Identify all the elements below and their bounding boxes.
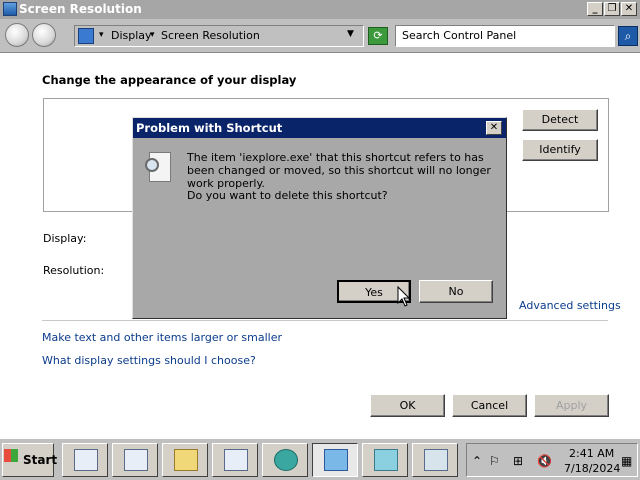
breadcrumb-chevron-icon[interactable]: ▾: [150, 30, 155, 40]
page-title: Change the appearance of your display: [42, 73, 297, 87]
document-icon: [224, 449, 248, 471]
address-bar[interactable]: ▾ Display ▾ Screen Resolution ▼: [74, 25, 364, 47]
clock-time[interactable]: 2:41 AM: [569, 447, 614, 460]
display-label: Display:: [43, 232, 87, 245]
dialog-question: Do you want to delete this shortcut?: [187, 189, 388, 202]
search-input[interactable]: Search Control Panel: [395, 25, 615, 47]
calculator-icon: [424, 449, 448, 471]
refresh-icon[interactable]: ⟳: [368, 27, 388, 45]
globe-icon: [274, 449, 298, 471]
resolution-label: Resolution:: [43, 264, 105, 277]
search-icon[interactable]: ⌕: [618, 26, 638, 46]
address-dropdown-icon[interactable]: ▼: [347, 29, 354, 39]
clock-date[interactable]: 7/18/2024: [564, 462, 620, 475]
taskbar-item-explorer[interactable]: [162, 443, 208, 477]
taskbar: Start ⌃ ⚐ ⊞ 🔇 2:41 AM 7/18/2024 ▦: [0, 438, 640, 480]
system-tray: ⌃ ⚐ ⊞ 🔇 2:41 AM 7/18/2024 ▦: [466, 443, 638, 477]
detect-button[interactable]: Detect: [522, 109, 598, 131]
close-button[interactable]: ✕: [621, 2, 637, 16]
chevron-up-icon[interactable]: ⌃: [472, 454, 482, 468]
windows-logo-icon: [4, 449, 18, 462]
cancel-button[interactable]: Cancel: [452, 394, 527, 417]
control-panel-icon: [324, 449, 348, 471]
magnifier-icon: [145, 158, 159, 172]
dialog-close-button[interactable]: ✕: [486, 121, 502, 135]
taskbar-item-globe[interactable]: [262, 443, 308, 477]
apply-button[interactable]: Apply: [534, 394, 609, 417]
volume-muted-icon[interactable]: 🔇: [537, 454, 552, 468]
breadcrumb-display[interactable]: Display: [111, 29, 152, 42]
dialog-message: The item 'iexplore.exe' that this shortc…: [187, 151, 491, 190]
shortcut-problem-dialog: Problem with Shortcut ✕ The item 'iexplo…: [132, 117, 507, 319]
flag-icon[interactable]: ⚐: [489, 454, 500, 468]
notebook-icon: [374, 449, 398, 471]
document-icon: [124, 449, 148, 471]
mouse-cursor-icon: [397, 286, 411, 307]
breadcrumb-chevron-icon[interactable]: ▾: [99, 30, 104, 40]
text-size-link[interactable]: Make text and other items larger or smal…: [42, 331, 282, 344]
taskbar-item-control-panel-active[interactable]: [312, 443, 358, 477]
folder-icon: [174, 449, 198, 471]
identify-button[interactable]: Identify: [522, 139, 598, 161]
navigation-toolbar: ▾ Display ▾ Screen Resolution ▼ ⟳ Search…: [0, 19, 640, 53]
minimize-button[interactable]: _: [587, 2, 603, 16]
taskbar-item-document[interactable]: [112, 443, 158, 477]
show-desktop-icon[interactable]: ▦: [621, 454, 632, 468]
no-button[interactable]: No: [419, 280, 493, 303]
taskbar-item-document[interactable]: [62, 443, 108, 477]
display-help-link[interactable]: What display settings should I choose?: [42, 354, 256, 367]
control-panel-icon: [78, 28, 94, 44]
document-icon: [74, 449, 98, 471]
network-icon[interactable]: ⊞: [513, 454, 523, 468]
dialog-title: Problem with Shortcut: [133, 118, 506, 138]
display-app-icon: [3, 2, 17, 16]
taskbar-item-notebook[interactable]: [362, 443, 408, 477]
divider: [42, 320, 608, 321]
ok-button[interactable]: OK: [370, 394, 445, 417]
taskbar-item-calculator[interactable]: [412, 443, 458, 477]
taskbar-item-document[interactable]: [212, 443, 258, 477]
breadcrumb-screen-resolution[interactable]: Screen Resolution: [161, 29, 260, 42]
advanced-settings-link[interactable]: Advanced settings: [519, 299, 621, 312]
window-titlebar: Screen Resolution _ ❐ ✕: [0, 0, 640, 19]
maximize-button[interactable]: ❐: [604, 2, 620, 16]
back-button[interactable]: [5, 23, 29, 47]
window-title: Screen Resolution: [19, 2, 142, 16]
forward-button[interactable]: [32, 23, 56, 47]
